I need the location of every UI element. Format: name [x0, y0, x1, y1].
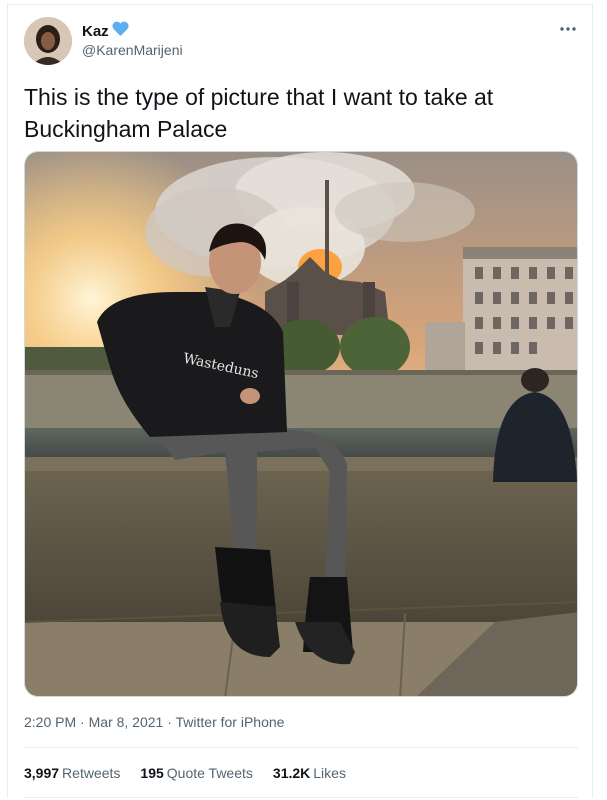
- tweet-card: Kaz @KarenMarijeni This is the type of p…: [7, 4, 593, 798]
- tweet-stats: 3,997 Retweets 195 Quote Tweets 31.2K Likes: [24, 765, 346, 781]
- divider: [24, 797, 578, 798]
- blue-heart-icon: [112, 21, 129, 41]
- meta-separator: ·: [76, 714, 89, 730]
- likes-count: 31.2K: [272, 765, 311, 781]
- more-horizontal-icon: [560, 27, 576, 31]
- quote-tweets-stat[interactable]: 195 Quote Tweets: [140, 765, 253, 781]
- avatar[interactable]: [24, 17, 72, 65]
- tweet-source[interactable]: Twitter for iPhone: [176, 714, 285, 730]
- quote-tweets-count: 195: [140, 765, 164, 781]
- tweet-meta: 2:20 PM · Mar 8, 2021 · Twitter for iPho…: [24, 714, 284, 730]
- tweet-date[interactable]: Mar 8, 2021: [89, 714, 164, 730]
- user-handle[interactable]: @KarenMarijeni: [82, 42, 183, 58]
- tweet-time[interactable]: 2:20 PM: [24, 714, 76, 730]
- likes-label: Likes: [313, 765, 346, 781]
- quote-tweets-label: Quote Tweets: [166, 765, 253, 781]
- tweet-text: This is the type of picture that I want …: [24, 84, 494, 142]
- divider: [24, 747, 578, 748]
- display-name[interactable]: Kaz: [82, 23, 109, 40]
- retweets-count: 3,997: [24, 765, 60, 781]
- likes-stat[interactable]: 31.2K Likes: [273, 765, 346, 781]
- meta-separator: ·: [163, 714, 176, 730]
- tweet-photo[interactable]: Wasteduns: [24, 151, 578, 697]
- retweets-stat[interactable]: 3,997 Retweets: [24, 765, 120, 781]
- display-name-row[interactable]: Kaz: [82, 21, 129, 41]
- more-options-button[interactable]: [556, 19, 580, 39]
- retweets-label: Retweets: [62, 765, 121, 781]
